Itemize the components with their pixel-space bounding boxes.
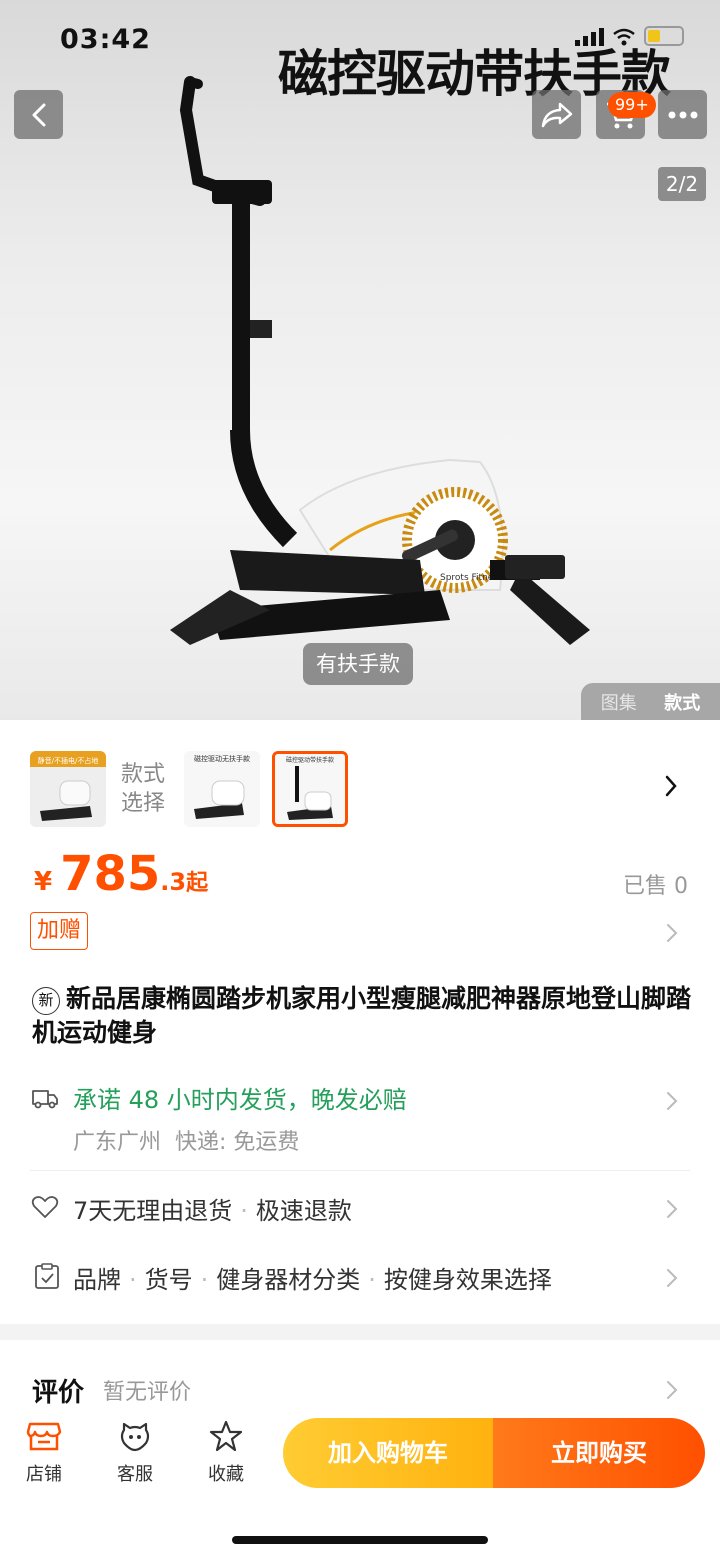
gift-tag[interactable]: 加赠 [30, 912, 89, 950]
param-category: 健身器材分类 [216, 1266, 361, 1294]
product-image[interactable]: Sprots Fitness [150, 70, 610, 660]
new-badge-icon: 新 [32, 987, 60, 1015]
param-brand: 品牌 [73, 1266, 121, 1294]
gallery-variant-label: 有扶手款 [303, 643, 413, 685]
battery-icon [644, 26, 684, 46]
params-chevron-right-icon[interactable] [666, 1265, 678, 1295]
return-policy[interactable]: 7天无理由退货 · 极速退款 [73, 1191, 352, 1226]
variant-thumb[interactable]: 磁控驱动无扶手款 [184, 751, 260, 827]
variant-select-label: 款式选择 [121, 762, 166, 816]
clipboard-icon [35, 1263, 59, 1289]
share-icon [541, 102, 572, 127]
star-icon [209, 1420, 243, 1452]
back-button[interactable] [14, 90, 63, 139]
variant-thumb[interactable]: 静音/不插电/不占地 [30, 751, 106, 827]
chevron-left-icon [32, 103, 45, 126]
status-time: 03:42 [60, 24, 151, 55]
return-policy-text: 7天无理由退货 [73, 1197, 233, 1225]
variant-thumb-image: 磁控驱动无扶手款 [184, 751, 260, 827]
refund-policy-text: 极速退款 [255, 1197, 352, 1225]
product-title-row: 新新品居康椭圆踏步机家用小型瘦腿减肥神器原地登山脚踏机运动健身 [32, 982, 692, 1050]
reviews-title[interactable]: 评价 [32, 1372, 84, 1409]
shipping-promise[interactable]: 承诺 48 小时内发货，晚发必赔 [73, 1080, 407, 1115]
shop-tab[interactable]: 店铺 [14, 1420, 74, 1486]
product-params[interactable]: 品牌 · 货号 · 健身器材分类 · 按健身效果选择 [73, 1260, 552, 1295]
param-effect: 按健身效果选择 [383, 1266, 552, 1294]
gallery-tabs: 图集 款式 [581, 683, 720, 720]
favorite-tab[interactable]: 收藏 [196, 1420, 256, 1486]
variant-thumb-selected[interactable]: 磁控驱动带扶手款 [272, 751, 348, 827]
variant-thumb-caption: 磁控驱动无扶手款 [194, 754, 250, 763]
favorite-label: 收藏 [208, 1464, 244, 1485]
reviews-chevron-right-icon[interactable] [666, 1377, 678, 1407]
price-integer: 785 [60, 846, 161, 902]
buy-now-button[interactable]: 立即购买 [493, 1418, 705, 1488]
price: ¥785.3起 [34, 846, 208, 902]
shop-icon [26, 1422, 62, 1451]
heart-icon [31, 1196, 59, 1218]
section-separator [0, 1324, 720, 1340]
price-decimal: .3 [160, 868, 187, 896]
returns-chevron-right-icon[interactable] [666, 1196, 678, 1226]
wifi-icon [613, 28, 635, 46]
shipping-info: 广东广州 快递: 免运费 [73, 1124, 299, 1156]
variant-thumb-image: 静音/不插电/不占地 [30, 751, 106, 827]
status-icons [575, 26, 684, 46]
product-title: 新品居康椭圆踏步机家用小型瘦腿减肥神器原地登山脚踏机运动健身 [32, 984, 692, 1047]
variant-thumb-caption: 磁控驱动带扶手款 [286, 756, 334, 764]
add-to-cart-button[interactable]: 加入购物车 [283, 1418, 493, 1488]
customer-service-tab[interactable]: 客服 [105, 1420, 165, 1486]
product-gallery[interactable]: Sprots Fitness 03:42 磁控驱动带扶手款 99+ 2/2 有扶… [0, 0, 720, 720]
price-suffix: 起 [186, 871, 209, 896]
shipping-chevron-right-icon[interactable] [666, 1088, 678, 1118]
tab-variants[interactable]: 款式 [664, 689, 700, 715]
param-sku: 货号 [144, 1266, 193, 1294]
home-indicator [232, 1536, 488, 1544]
reviews-status: 暂无评价 [103, 1380, 192, 1405]
cart-count-badge: 99+ [608, 92, 656, 118]
variant-thumb-image: 磁控驱动带扶手款 [275, 754, 345, 824]
tab-gallery[interactable]: 图集 [601, 689, 637, 715]
share-button[interactable] [532, 90, 581, 139]
more-button[interactable] [658, 90, 707, 139]
variants-chevron-right-icon[interactable] [664, 774, 678, 805]
shop-label: 店铺 [26, 1464, 62, 1485]
shipping-origin: 广东广州 [73, 1130, 162, 1155]
gallery-page-indicator: 2/2 [658, 167, 706, 201]
gift-chevron-right-icon[interactable] [666, 920, 678, 950]
divider [30, 1170, 690, 1171]
customer-service-icon [120, 1422, 150, 1452]
customer-service-label: 客服 [117, 1464, 153, 1485]
price-currency: ¥ [34, 867, 53, 897]
shipping-express: 快递: 免运费 [175, 1130, 300, 1155]
signal-icon [575, 28, 604, 46]
sold-count: 已售 0 [623, 874, 688, 899]
variant-thumb-caption: 静音/不插电/不占地 [38, 756, 99, 765]
truck-icon [32, 1090, 58, 1109]
more-dots-icon [668, 111, 697, 118]
